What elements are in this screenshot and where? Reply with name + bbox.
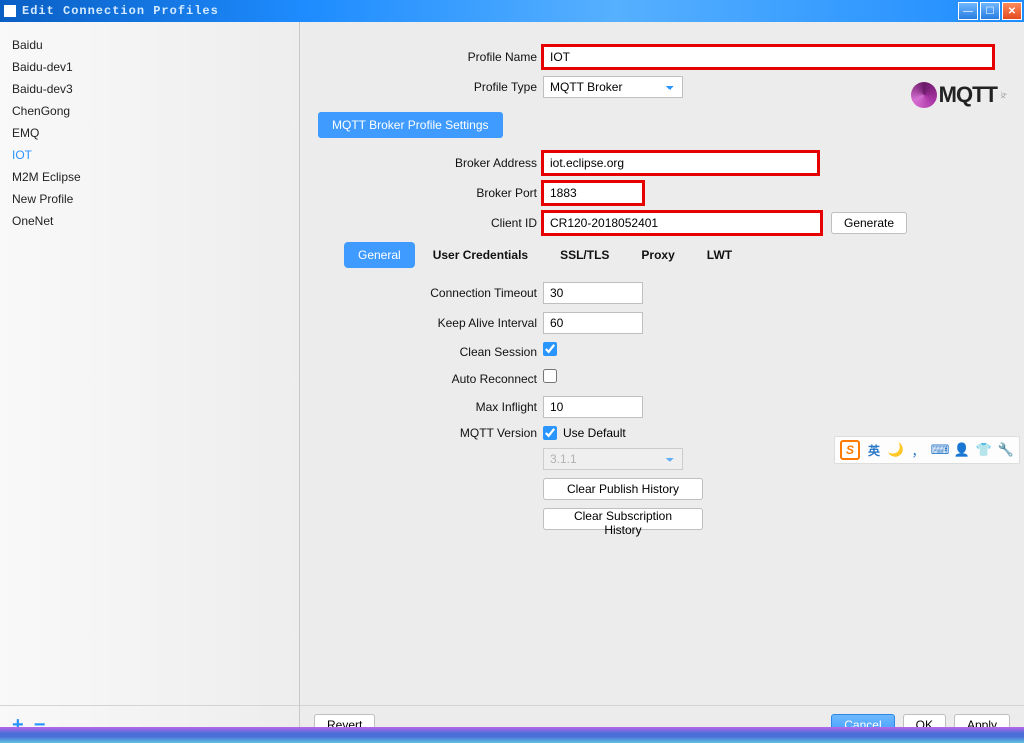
- broker-port-label: Broker Port: [318, 186, 543, 200]
- ime-lang-indicator[interactable]: 英: [866, 442, 882, 458]
- profile-name-input[interactable]: [543, 46, 993, 68]
- client-id-label: Client ID: [318, 216, 543, 230]
- moon-icon[interactable]: 🌙: [888, 442, 904, 458]
- sogou-icon[interactable]: S: [840, 440, 860, 460]
- profile-item-baidu-dev1[interactable]: Baidu-dev1: [6, 56, 299, 78]
- close-button[interactable]: ✕: [1002, 2, 1022, 20]
- profile-item-emq[interactable]: EMQ: [6, 122, 299, 144]
- tab-user-credentials[interactable]: User Credentials: [419, 242, 542, 268]
- max-inflight-label: Max Inflight: [318, 400, 543, 414]
- profile-list: Baidu Baidu-dev1 Baidu-dev3 ChenGong EMQ…: [0, 22, 299, 727]
- profile-item-m2m-eclipse[interactable]: M2M Eclipse: [6, 166, 299, 188]
- profile-item-new-profile[interactable]: New Profile: [6, 188, 299, 210]
- broker-address-input[interactable]: [543, 152, 818, 174]
- profile-item-baidu[interactable]: Baidu: [6, 34, 299, 56]
- maximize-button[interactable]: ☐: [980, 2, 1000, 20]
- ime-toolbar[interactable]: S 英 🌙 ， ⌨ 👤 👕 🔧: [834, 436, 1020, 464]
- clear-publish-history-button[interactable]: Clear Publish History: [543, 478, 703, 500]
- mqtt-logo-sub: .fx: [999, 91, 1006, 98]
- clean-session-checkbox[interactable]: [543, 342, 557, 356]
- profile-item-onenet[interactable]: OneNet: [6, 210, 299, 232]
- keep-alive-label: Keep Alive Interval: [318, 316, 543, 330]
- mqtt-logo: MQTT .fx: [911, 82, 1006, 108]
- mqtt-logo-icon: [911, 82, 937, 108]
- mqtt-logo-text: MQTT: [939, 82, 997, 108]
- connection-timeout-label: Connection Timeout: [318, 286, 543, 300]
- taskbar-strip: [0, 727, 1024, 743]
- tab-general[interactable]: General: [344, 242, 415, 268]
- tab-lwt[interactable]: LWT: [693, 242, 746, 268]
- mqtt-version-select: 3.1.1: [543, 448, 683, 470]
- titlebar: Edit Connection Profiles — ☐ ✕: [0, 0, 1024, 22]
- broker-port-input[interactable]: [543, 182, 643, 204]
- clear-subscription-history-button[interactable]: Clear Subscription History: [543, 508, 703, 530]
- use-default-label: Use Default: [563, 426, 626, 440]
- auto-reconnect-checkbox[interactable]: [543, 369, 557, 383]
- section-header: MQTT Broker Profile Settings: [318, 112, 503, 138]
- main-panel: Profile Name Profile Type MQTT Broker MQ…: [300, 22, 1024, 727]
- generate-button[interactable]: Generate: [831, 212, 907, 234]
- keep-alive-input[interactable]: [543, 312, 643, 334]
- mqtt-version-label: MQTT Version: [318, 426, 543, 440]
- profile-item-iot[interactable]: IOT: [6, 144, 299, 166]
- comma-icon[interactable]: ，: [910, 442, 926, 458]
- client-id-input[interactable]: [543, 212, 821, 234]
- profile-item-baidu-dev3[interactable]: Baidu-dev3: [6, 78, 299, 100]
- keyboard-icon[interactable]: ⌨: [932, 442, 948, 458]
- profile-name-label: Profile Name: [318, 50, 543, 64]
- settings-tabs: General User Credentials SSL/TLS Proxy L…: [344, 242, 1006, 268]
- tshirt-icon[interactable]: 👕: [976, 442, 992, 458]
- tab-ssl-tls[interactable]: SSL/TLS: [546, 242, 623, 268]
- wrench-icon[interactable]: 🔧: [998, 442, 1014, 458]
- profile-type-label: Profile Type: [318, 80, 543, 94]
- auto-reconnect-label: Auto Reconnect: [318, 372, 543, 386]
- app-icon: [4, 5, 16, 17]
- broker-address-label: Broker Address: [318, 156, 543, 170]
- window-title: Edit Connection Profiles: [22, 4, 219, 18]
- max-inflight-input[interactable]: [543, 396, 643, 418]
- clean-session-label: Clean Session: [318, 345, 543, 359]
- profile-item-chengong[interactable]: ChenGong: [6, 100, 299, 122]
- tab-proxy[interactable]: Proxy: [627, 242, 688, 268]
- profile-type-select[interactable]: MQTT Broker: [543, 76, 683, 98]
- user-icon[interactable]: 👤: [954, 442, 970, 458]
- connection-timeout-input[interactable]: [543, 282, 643, 304]
- minimize-button[interactable]: —: [958, 2, 978, 20]
- profiles-sidebar: Baidu Baidu-dev1 Baidu-dev3 ChenGong EMQ…: [0, 22, 300, 727]
- use-default-checkbox[interactable]: [543, 426, 557, 440]
